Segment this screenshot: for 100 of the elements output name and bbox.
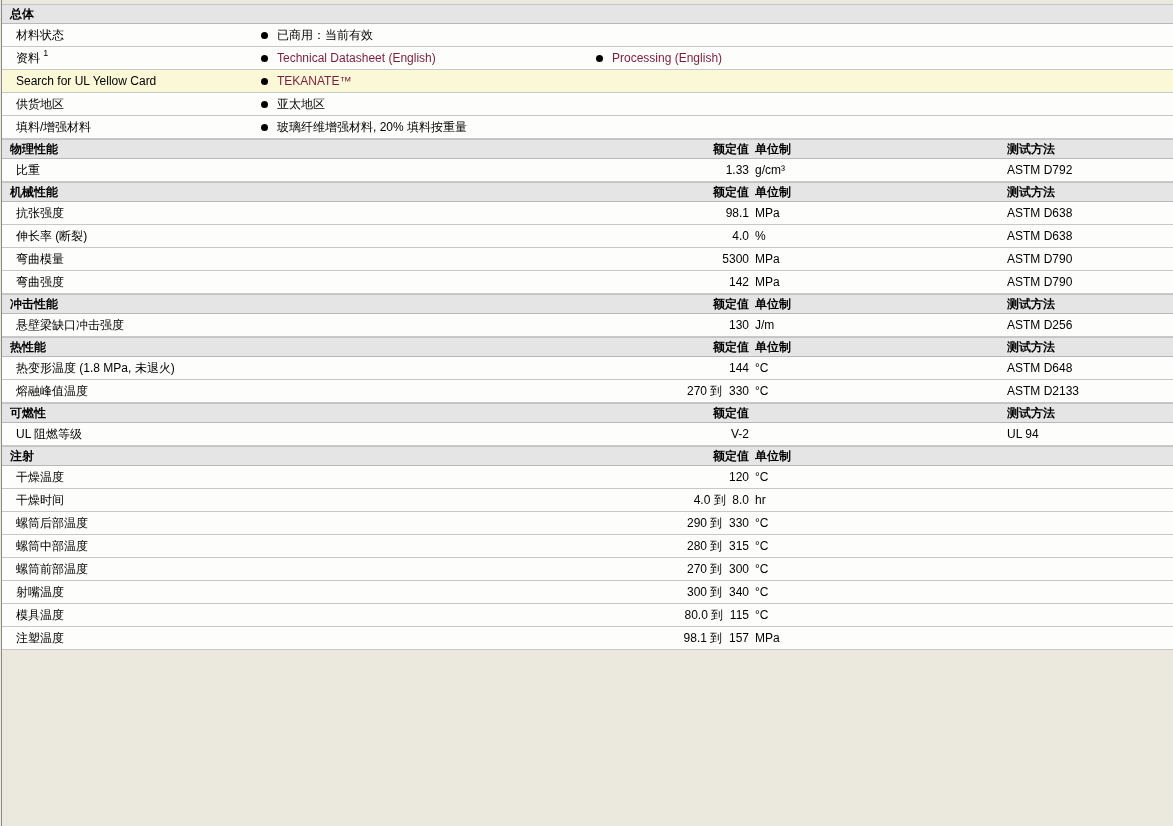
unit: MPa: [755, 206, 780, 220]
unit: g/cm³: [755, 163, 785, 177]
value: 5300: [722, 252, 749, 266]
unit: %: [755, 229, 766, 243]
column-header: 测试方法: [1007, 339, 1055, 354]
unit: J/m: [755, 318, 775, 332]
unit: °C: [755, 384, 769, 398]
link[interactable]: TEKANATE™: [277, 74, 352, 88]
property-name: 干燥时间: [16, 492, 64, 507]
unit: °C: [755, 470, 769, 484]
column-header: 测试方法: [1007, 184, 1055, 199]
property-name: 螺筒中部温度: [16, 538, 88, 553]
section-title: 可燃性: [10, 405, 46, 420]
property-name: UL 阻燃等级: [16, 426, 83, 441]
property-name: 伸长率 (断裂): [16, 228, 88, 243]
unit: MPa: [755, 631, 780, 645]
value: 130: [728, 318, 749, 332]
property-value: 玻璃纤维增强材料, 20% 填料按重量: [277, 118, 468, 136]
unit: °C: [755, 562, 769, 576]
property-label: 资料 $^{1}$: [15, 49, 49, 67]
test-method: ASTM D2133: [1007, 384, 1080, 398]
unit: °C: [755, 539, 769, 553]
column-header: 单位制: [755, 141, 791, 156]
property-value: 亚太地区: [277, 95, 325, 113]
property-name: 弯曲模量: [16, 251, 64, 266]
bullet-icon: [596, 54, 603, 62]
property-label: 供货地区: [15, 95, 64, 113]
property-name: 热变形温度 (1.8 MPa, 未退火): [16, 360, 175, 375]
unit: °C: [755, 608, 769, 622]
value: 142: [728, 275, 749, 289]
section-title: 总体: [10, 5, 34, 23]
value: 300 到 340: [686, 584, 749, 599]
value: 290 到 330: [686, 515, 749, 530]
section-title: 注射: [10, 448, 34, 463]
footnote-mark: 1: [43, 47, 49, 58]
unit: °C: [755, 585, 769, 599]
value: 280 到 315: [686, 538, 749, 553]
value: 120: [728, 470, 749, 484]
unit: °C: [755, 361, 769, 375]
value: V-2: [731, 427, 749, 441]
test-method: ASTM D792: [1007, 163, 1073, 177]
unit: hr: [755, 493, 766, 507]
section-title: 机械性能: [10, 184, 58, 199]
column-header: 单位制: [755, 296, 791, 311]
property-name: 模具温度: [16, 607, 64, 622]
test-method: ASTM D638: [1007, 229, 1073, 243]
column-header: 额定值: [713, 405, 749, 420]
test-method: ASTM D638: [1007, 206, 1073, 220]
column-header: 额定值: [713, 339, 749, 354]
unit: °C: [755, 516, 769, 530]
property-name: 比重: [16, 162, 40, 177]
column-header: 测试方法: [1007, 141, 1055, 156]
test-method: ASTM D648: [1007, 361, 1073, 375]
column-header: 额定值: [713, 448, 749, 463]
property-name: 悬壁梁缺口冲击强度: [16, 317, 124, 332]
unit: MPa: [755, 252, 780, 266]
bullet-icon: [261, 54, 268, 62]
column-header: 单位制: [755, 184, 791, 199]
property-label: 材料状态: [15, 26, 64, 44]
property-name: 熔融峰值温度: [16, 383, 88, 398]
unit: MPa: [755, 275, 780, 289]
value: 270 到 330: [686, 383, 749, 398]
column-header: 单位制: [755, 448, 791, 463]
property-name: 抗张强度: [16, 205, 64, 220]
bullet-icon: [261, 123, 268, 131]
value: 98.1 到 157: [683, 630, 749, 645]
link[interactable]: Technical Datasheet (English): [277, 51, 436, 65]
property-name: 螺筒前部温度: [16, 561, 88, 576]
column-header: 额定值: [713, 184, 749, 199]
property-name: 射嘴温度: [16, 584, 64, 599]
test-method: ASTM D790: [1007, 252, 1073, 266]
column-header: 额定值: [713, 296, 749, 311]
bullet-icon: [261, 100, 268, 108]
value: 4.0 到 8.0: [693, 492, 749, 507]
value: 144: [728, 361, 749, 375]
property-name: 注塑温度: [16, 630, 64, 645]
property-label: 填料/增强材料: [15, 118, 92, 136]
bullet-icon: [261, 77, 268, 85]
test-method: ASTM D790: [1007, 275, 1073, 289]
section-title: 热性能: [10, 339, 46, 354]
column-header: 测试方法: [1007, 296, 1055, 311]
property-value: 已商用：当前有效: [277, 26, 373, 44]
column-header: 单位制: [755, 339, 791, 354]
property-name: 弯曲强度: [16, 274, 64, 289]
column-header: 额定值: [713, 141, 749, 156]
column-header: 测试方法: [1007, 405, 1055, 420]
property-label: Search for UL Yellow Card: [15, 74, 157, 88]
section-title: 冲击性能: [10, 296, 58, 311]
value: 98.1: [725, 206, 749, 220]
value: 4.0: [732, 229, 749, 243]
link[interactable]: Processing (English): [612, 51, 723, 65]
bullet-icon: [261, 31, 268, 39]
section-title: 物理性能: [10, 141, 58, 156]
test-method: ASTM D256: [1007, 318, 1073, 332]
value: 1.33: [725, 163, 749, 177]
property-name: 螺筒后部温度: [16, 515, 88, 530]
value: 270 到 300: [686, 561, 749, 576]
property-name: 干燥温度: [16, 469, 64, 484]
test-method: UL 94: [1007, 427, 1039, 441]
value: 80.0 到 115: [684, 607, 749, 622]
